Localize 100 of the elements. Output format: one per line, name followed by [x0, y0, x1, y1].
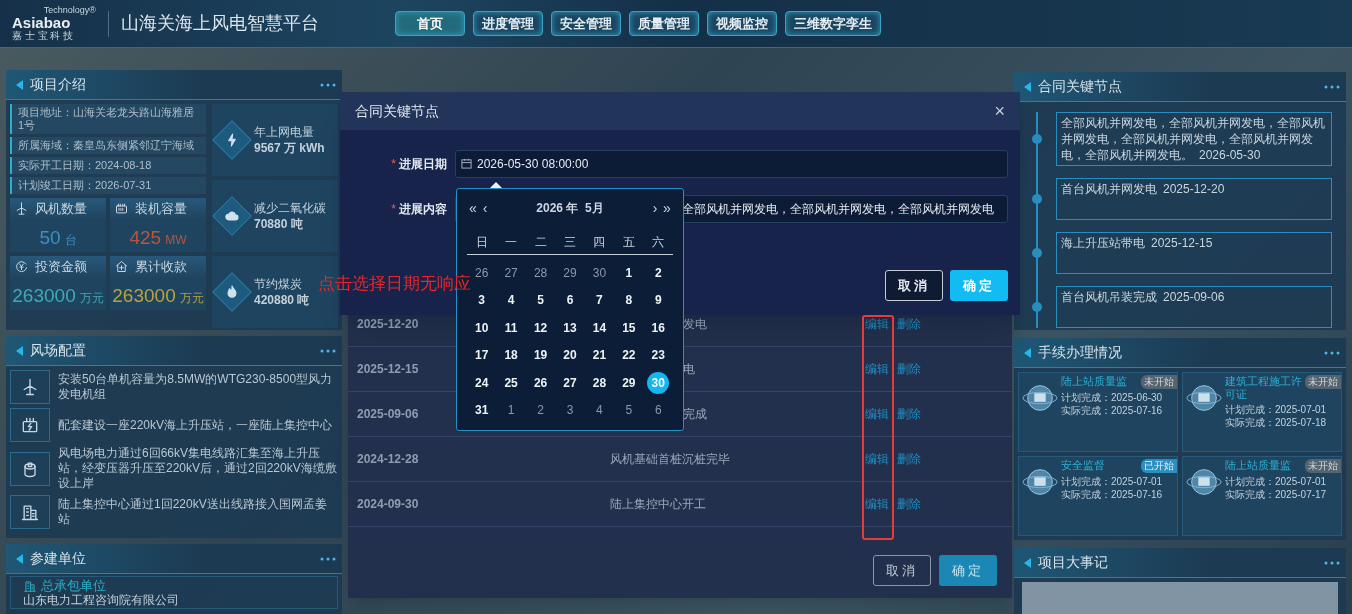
- action-link[interactable]: 编辑: [865, 360, 889, 378]
- nav-tab[interactable]: 进度管理: [473, 11, 543, 36]
- calendar-day[interactable]: 6: [647, 399, 670, 422]
- calendar-day[interactable]: 2: [529, 399, 552, 422]
- calendar-day[interactable]: 28: [529, 261, 552, 284]
- calendar-day[interactable]: 6: [559, 289, 581, 312]
- nav-tab[interactable]: 视频监控: [707, 11, 777, 36]
- tile-label: 风机数量: [35, 200, 87, 218]
- calendar-day[interactable]: 16: [647, 316, 670, 339]
- calendar-day[interactable]: 14: [588, 316, 611, 339]
- calendar-day[interactable]: 12: [529, 316, 552, 339]
- calendar-day[interactable]: 29: [617, 371, 640, 394]
- calendar-day[interactable]: 25: [500, 371, 523, 394]
- calendar-day[interactable]: 9: [647, 289, 670, 312]
- planned-date: 计划完成：2025-07-01: [1225, 403, 1328, 416]
- procedure-name: 安全监督: [1061, 459, 1106, 472]
- tile-value: 263000: [112, 283, 176, 308]
- action-link[interactable]: 删除: [897, 405, 921, 423]
- milestone-card: 全部风机并网发电，全部风机并网发电，全部风机并网发电，全部风机并网发电，全部风机并网发电，全部风机并网发电。 2026-05-30: [1056, 112, 1332, 166]
- calendar-day[interactable]: 20: [559, 344, 581, 367]
- procedure-name: 陆上站质量监: [1225, 459, 1292, 472]
- next-year-button[interactable]: »: [661, 197, 673, 219]
- calendar-day[interactable]: 4: [588, 399, 611, 422]
- action-link[interactable]: 编辑: [865, 450, 889, 468]
- calendar-day[interactable]: 17: [470, 344, 493, 367]
- weekday-label: 日: [474, 233, 489, 251]
- more-icon: [1324, 84, 1340, 89]
- config-text: 陆上集控中心通过1回220kV送出线路接入国网孟姜站: [58, 497, 328, 527]
- date-cell: 2025-12-20: [357, 317, 419, 331]
- required-mark: *: [391, 156, 396, 173]
- panel-title: 手续办理情况: [1038, 343, 1122, 362]
- calendar-day[interactable]: 28: [588, 371, 611, 394]
- calendar-day[interactable]: 24: [470, 371, 493, 394]
- calendar-day[interactable]: 4: [500, 289, 523, 312]
- calendar-day[interactable]: 1: [617, 261, 640, 284]
- procedure-name: 建筑工程施工许可证: [1225, 375, 1303, 401]
- tile-unit: MW: [165, 231, 187, 249]
- caret-icon: [1022, 80, 1032, 93]
- status-badge: 未开始: [1305, 459, 1341, 473]
- prev-month-button[interactable]: ‹: [479, 197, 491, 219]
- action-link[interactable]: 删除: [897, 360, 921, 378]
- calendar-day[interactable]: 30: [588, 261, 611, 284]
- platform-title: 山海关海上风电智慧平台: [121, 12, 320, 35]
- dialog-button[interactable]: 取消: [885, 270, 943, 301]
- required-mark: *: [391, 201, 396, 218]
- stat-value: 420880 吨: [254, 292, 310, 308]
- action-link[interactable]: 编辑: [865, 495, 889, 513]
- calendar-day[interactable]: 29: [559, 261, 581, 284]
- calendar-day[interactable]: 10: [470, 316, 493, 339]
- more-icon: [320, 82, 336, 87]
- calendar-day[interactable]: 31: [470, 399, 493, 422]
- action-link[interactable]: 编辑: [865, 315, 889, 333]
- field-label: 进展内容: [399, 201, 447, 218]
- tile-label: 累计收款: [135, 258, 187, 276]
- yuan-coin-icon: [14, 259, 29, 275]
- tile-label: 投资金额: [35, 258, 87, 276]
- calendar-day[interactable]: 18: [500, 344, 523, 367]
- dialog-title: 合同关键节点: [355, 101, 439, 121]
- status-badge: 未开始: [1305, 375, 1341, 389]
- action-link[interactable]: 删除: [897, 450, 921, 468]
- battery-icon: [114, 201, 129, 217]
- company-name: 山东电力工程咨询院有限公司: [23, 593, 179, 608]
- action-link[interactable]: 删除: [897, 495, 921, 513]
- calendar-day[interactable]: 26: [529, 371, 552, 394]
- prev-year-button[interactable]: «: [467, 197, 479, 219]
- calendar-day[interactable]: 15: [617, 316, 640, 339]
- nav-tab[interactable]: 三维数字孪生: [785, 11, 881, 36]
- calendar-day[interactable]: 13: [559, 316, 581, 339]
- close-button[interactable]: ×: [994, 102, 1005, 120]
- next-month-button[interactable]: ›: [649, 197, 661, 219]
- dialog-button[interactable]: 取消: [873, 555, 931, 586]
- panel-title: 项目介绍: [30, 75, 86, 94]
- calendar-day[interactable]: 26: [470, 261, 493, 284]
- calendar-day[interactable]: 5: [529, 289, 552, 312]
- nav-tab[interactable]: 首页: [395, 11, 465, 36]
- calendar-icon: [461, 158, 472, 169]
- action-link[interactable]: 编辑: [865, 405, 889, 423]
- calendar-day[interactable]: 23: [647, 344, 670, 367]
- calendar-day[interactable]: 5: [617, 399, 640, 422]
- config-text: 配套建设一座220kV海上升压站，一座陆上集控中心: [58, 417, 333, 433]
- calendar-day[interactable]: 8: [617, 289, 640, 312]
- more-icon: [1324, 560, 1340, 565]
- calendar-day[interactable]: 19: [529, 344, 552, 367]
- calendar-day[interactable]: 21: [588, 344, 611, 367]
- calendar-day[interactable]: 27: [559, 371, 581, 394]
- calendar-day[interactable]: 27: [500, 261, 523, 284]
- calendar-day[interactable]: 3: [470, 289, 493, 312]
- action-link[interactable]: 删除: [897, 315, 921, 333]
- calendar-day[interactable]: 1: [500, 399, 523, 422]
- date-cell: 2024-12-28: [357, 452, 419, 466]
- nav-tab[interactable]: 安全管理: [551, 11, 621, 36]
- calendar-day[interactable]: 7: [588, 289, 611, 312]
- date-field[interactable]: 2026-05-30 08:00:00: [455, 150, 1008, 178]
- calendar-day[interactable]: 11: [500, 316, 523, 339]
- calendar-day[interactable]: 2: [647, 261, 670, 284]
- calendar-day[interactable]: 22: [617, 344, 640, 367]
- content-cell: 风机基础首桩沉桩完毕: [610, 452, 730, 466]
- weekday-label: 五: [621, 233, 636, 251]
- calendar-day[interactable]: 3: [559, 399, 581, 422]
- nav-tab[interactable]: 质量管理: [629, 11, 699, 36]
